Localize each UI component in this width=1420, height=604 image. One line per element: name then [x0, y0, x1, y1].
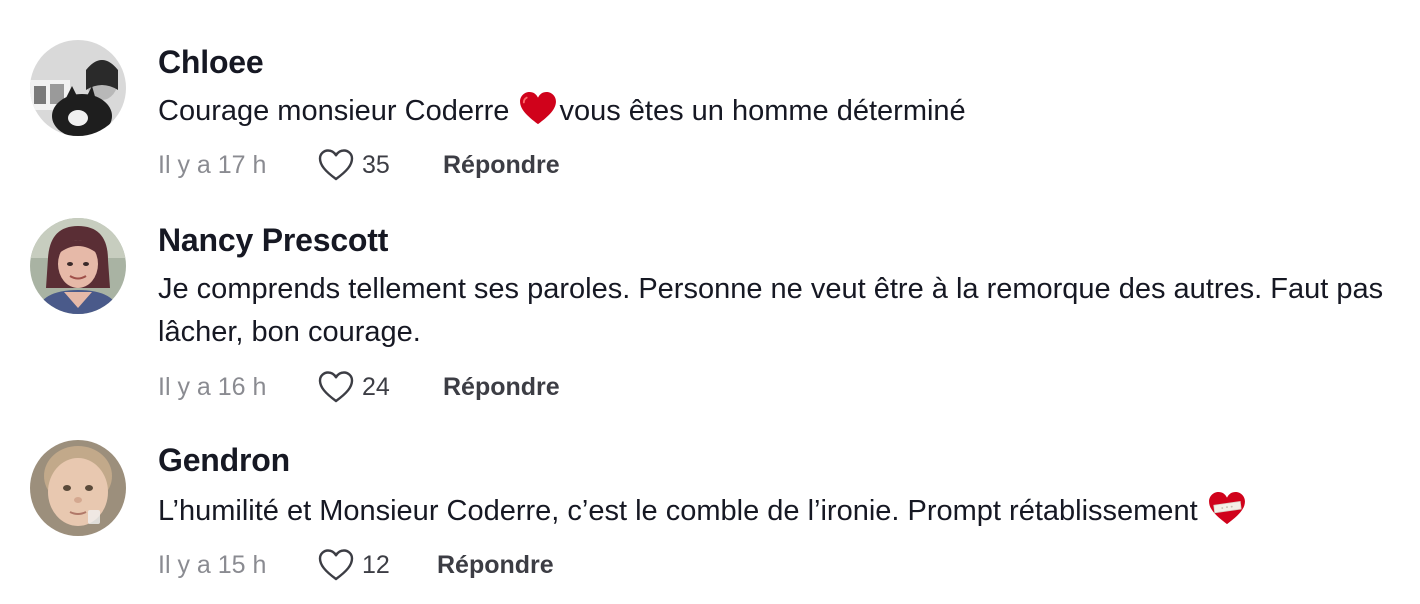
reply-button[interactable]: Répondre: [443, 373, 560, 402]
reply-button[interactable]: Répondre: [437, 551, 554, 580]
like-count: 24: [362, 372, 390, 401]
avatar-image: [30, 440, 126, 536]
comment-timestamp: Il y a 16 h: [158, 372, 267, 401]
like-count: 35: [362, 150, 390, 179]
avatar[interactable]: [30, 40, 126, 136]
comment-text-part: L’humilité et Monsieur Coderre, c’est le…: [158, 495, 1206, 527]
heart-outline-icon: [318, 371, 354, 403]
heart-outline-icon: [318, 149, 354, 181]
avatar-image: [30, 40, 126, 136]
like-count: 12: [362, 550, 390, 579]
comment-username[interactable]: Chloee: [158, 44, 264, 81]
mending-heart-icon: [1208, 492, 1245, 525]
comment-item: Gendron L’humilité et Monsieur Coderre, …: [0, 420, 1420, 604]
comment-meta: Il y a 16 h 24 Répondre: [158, 367, 560, 407]
comment-text-part: Courage monsieur Coderre: [158, 95, 518, 127]
like-button[interactable]: 35: [318, 149, 443, 181]
comment-meta: Il y a 15 h 12 Répondre: [158, 545, 554, 585]
comment-meta: Il y a 17 h 35 Répondre: [158, 145, 560, 185]
comment-item: Nancy Prescott Je comprends tellement se…: [0, 200, 1420, 420]
heart-outline-icon: [318, 549, 354, 581]
avatar[interactable]: [30, 440, 126, 536]
comment-timestamp: Il y a 15 h: [158, 550, 267, 579]
comment-timestamp: Il y a 17 h: [158, 150, 267, 179]
comment-text: Courage monsieur Coderre vous êtes un ho…: [158, 90, 1388, 133]
comment-text: Je comprends tellement ses paroles. Pers…: [158, 273, 1384, 348]
like-button[interactable]: 12: [318, 549, 437, 581]
comment-username[interactable]: Gendron: [158, 442, 290, 479]
comment-text-part: vous êtes un homme déterminé: [559, 95, 966, 127]
like-button[interactable]: 24: [318, 371, 443, 403]
comment-item: Chloee Courage monsieur Coderre vous ête…: [0, 0, 1420, 200]
comment-username[interactable]: Nancy Prescott: [158, 222, 388, 259]
avatar-image: [30, 218, 126, 314]
red-heart-icon: [520, 92, 557, 125]
reply-button[interactable]: Répondre: [443, 151, 560, 180]
comment-text: L’humilité et Monsieur Coderre, c’est le…: [158, 490, 1388, 533]
avatar[interactable]: [30, 218, 126, 314]
